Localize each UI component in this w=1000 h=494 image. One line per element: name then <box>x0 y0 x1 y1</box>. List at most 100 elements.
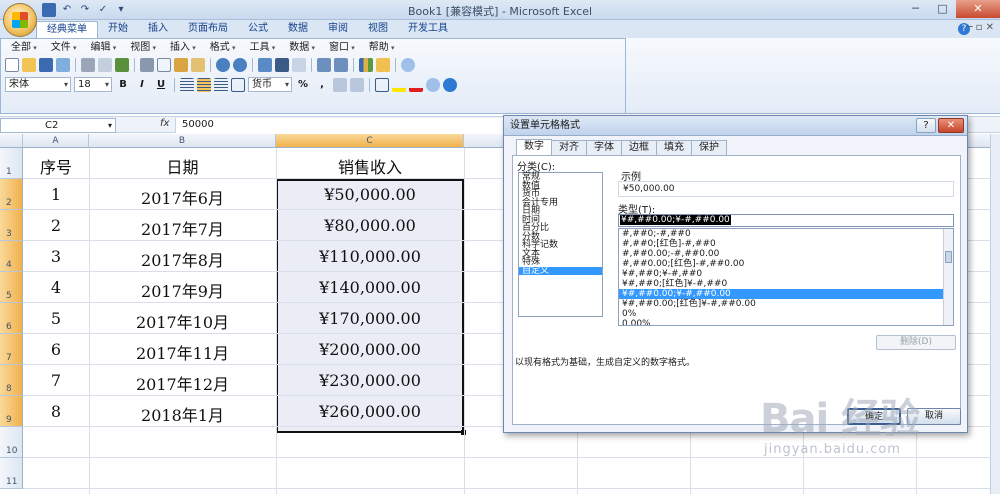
cell[interactable]: 3 <box>23 247 89 266</box>
cut-icon[interactable] <box>140 58 154 72</box>
print-icon[interactable] <box>81 58 95 72</box>
type-list[interactable]: #,##0;-#,##0 #,##0;[红色]-#,##0 #,##0.00;-#,… <box>618 228 954 326</box>
paste-icon[interactable] <box>174 58 188 72</box>
row-header[interactable]: 8 <box>0 365 23 396</box>
redo-icon[interactable] <box>233 58 247 72</box>
scroll-thumb[interactable] <box>945 251 952 263</box>
classic-menu-item[interactable]: 视图 <box>124 41 162 55</box>
dialog-tab[interactable]: 边框 <box>621 140 657 155</box>
cell[interactable]: 销售收入 <box>276 154 464 178</box>
cell[interactable]: 日期 <box>89 154 276 178</box>
font-size-combo[interactable]: 18 <box>74 77 112 92</box>
formula-input[interactable]: 50000 <box>175 118 505 133</box>
office-button[interactable] <box>3 3 37 37</box>
sort-desc-icon[interactable] <box>334 58 348 72</box>
cell[interactable]: 2 <box>23 216 89 235</box>
column-header-a[interactable]: A <box>23 134 89 148</box>
ribbon-tab[interactable]: 开始 <box>98 21 138 38</box>
cell[interactable]: ¥50,000.00 <box>276 185 464 204</box>
type-item[interactable]: #,##0.00;[红色]-#,##0.00 <box>619 259 953 269</box>
classic-menu-item[interactable]: 文件 <box>45 41 83 55</box>
ok-button[interactable]: 确定 <box>847 408 901 425</box>
classic-menu-item[interactable]: 窗口 <box>323 41 361 55</box>
number-format-combo[interactable]: 货币 <box>248 77 292 92</box>
bold-button[interactable]: B <box>115 77 131 92</box>
dialog-tab[interactable]: 数字 <box>516 139 552 155</box>
drawing-icon[interactable] <box>376 58 390 72</box>
category-item[interactable]: 自定义 <box>519 266 602 275</box>
classic-menu-item[interactable]: 格式 <box>204 41 242 55</box>
cell[interactable]: 2017年10月 <box>89 309 276 333</box>
cell[interactable]: 7 <box>23 371 89 390</box>
new-icon[interactable] <box>5 58 19 72</box>
ribbon-tab[interactable]: 数据 <box>278 21 318 38</box>
row-header[interactable]: 2 <box>0 179 23 210</box>
cell[interactable]: 2017年9月 <box>89 278 276 302</box>
undo-icon[interactable] <box>216 58 230 72</box>
ribbon-tab[interactable]: 开发工具 <box>398 21 458 38</box>
format-painter-icon[interactable] <box>191 58 205 72</box>
cell[interactable]: ¥110,000.00 <box>276 247 464 266</box>
name-box[interactable]: C2 <box>0 118 116 133</box>
row-header[interactable]: 1 <box>0 148 23 179</box>
row-header[interactable]: 5 <box>0 272 23 303</box>
cell[interactable]: ¥140,000.00 <box>276 278 464 297</box>
dialog-tab[interactable]: 对齐 <box>551 140 587 155</box>
cell[interactable]: 2017年12月 <box>89 371 276 395</box>
classic-menu-item[interactable]: 数据 <box>283 41 321 55</box>
save-icon[interactable] <box>39 58 53 72</box>
print-preview-icon[interactable] <box>98 58 112 72</box>
type-item[interactable]: ¥#,##0;¥-#,##0 <box>619 269 953 279</box>
comma-button[interactable]: , <box>314 77 330 92</box>
hyperlink-icon[interactable] <box>258 58 272 72</box>
ribbon-window-controls[interactable]: ─ ▫ ✕ <box>966 22 994 33</box>
classic-menu-item[interactable]: 全部 <box>5 41 43 55</box>
cell[interactable]: 4 <box>23 278 89 297</box>
help-toolbar-icon[interactable] <box>443 77 457 92</box>
email-icon[interactable] <box>56 58 70 72</box>
category-list[interactable]: 常规 数值 货币 会计专用 日期 时间 百分比 分数 科学记数 文本 特殊 自定义 <box>518 172 603 317</box>
minimize-button[interactable]: ─ <box>902 0 929 18</box>
maximize-button[interactable]: □ <box>929 0 956 18</box>
align-right-icon[interactable] <box>214 77 228 92</box>
copy-icon[interactable] <box>157 58 171 72</box>
row-header[interactable]: 6 <box>0 303 23 334</box>
close-button[interactable]: ✕ <box>956 0 1000 18</box>
classic-menu-item[interactable]: 帮助 <box>363 41 401 55</box>
ribbon-tab[interactable]: 页面布局 <box>178 21 238 38</box>
increase-decimal-icon[interactable] <box>333 77 347 92</box>
cell[interactable]: ¥260,000.00 <box>276 402 464 421</box>
column-header-c[interactable]: C <box>276 134 464 148</box>
decrease-decimal-icon[interactable] <box>350 77 364 92</box>
select-all-corner[interactable] <box>0 134 23 148</box>
cell[interactable]: 5 <box>23 309 89 328</box>
ribbon-tab[interactable]: 视图 <box>358 21 398 38</box>
dialog-close-button[interactable]: ✕ <box>938 118 964 133</box>
cell[interactable]: 2017年8月 <box>89 247 276 271</box>
vertical-scrollbar[interactable] <box>990 134 1000 494</box>
autosum-icon[interactable] <box>275 58 289 72</box>
cell[interactable]: ¥80,000.00 <box>276 216 464 235</box>
borders-icon[interactable] <box>375 77 389 92</box>
classic-menu-item[interactable]: 工具 <box>244 41 282 55</box>
sort-asc-icon[interactable] <box>317 58 331 72</box>
column-header-b[interactable]: B <box>89 134 276 148</box>
cell[interactable]: 6 <box>23 340 89 359</box>
cell[interactable]: 2017年7月 <box>89 216 276 240</box>
dialog-tab[interactable]: 填充 <box>656 140 692 155</box>
classic-menu-item[interactable]: 编辑 <box>85 41 123 55</box>
row-header[interactable]: 7 <box>0 334 23 365</box>
ribbon-tab[interactable]: 经典菜单 <box>36 21 98 38</box>
ribbon-tab[interactable]: 审阅 <box>318 21 358 38</box>
row-header[interactable]: 4 <box>0 241 23 272</box>
row-header[interactable]: 10 <box>0 427 23 458</box>
ribbon-tab[interactable]: 插入 <box>138 21 178 38</box>
font-color-icon[interactable] <box>409 77 423 92</box>
row-header[interactable]: 9 <box>0 396 23 427</box>
open-icon[interactable] <box>22 58 36 72</box>
spelling-icon[interactable] <box>115 58 129 72</box>
cell[interactable]: ¥230,000.00 <box>276 371 464 390</box>
cell[interactable]: 8 <box>23 402 89 421</box>
type-item[interactable]: #,##0;-#,##0 <box>619 229 953 239</box>
type-item[interactable]: #,##0;[红色]-#,##0 <box>619 239 953 249</box>
